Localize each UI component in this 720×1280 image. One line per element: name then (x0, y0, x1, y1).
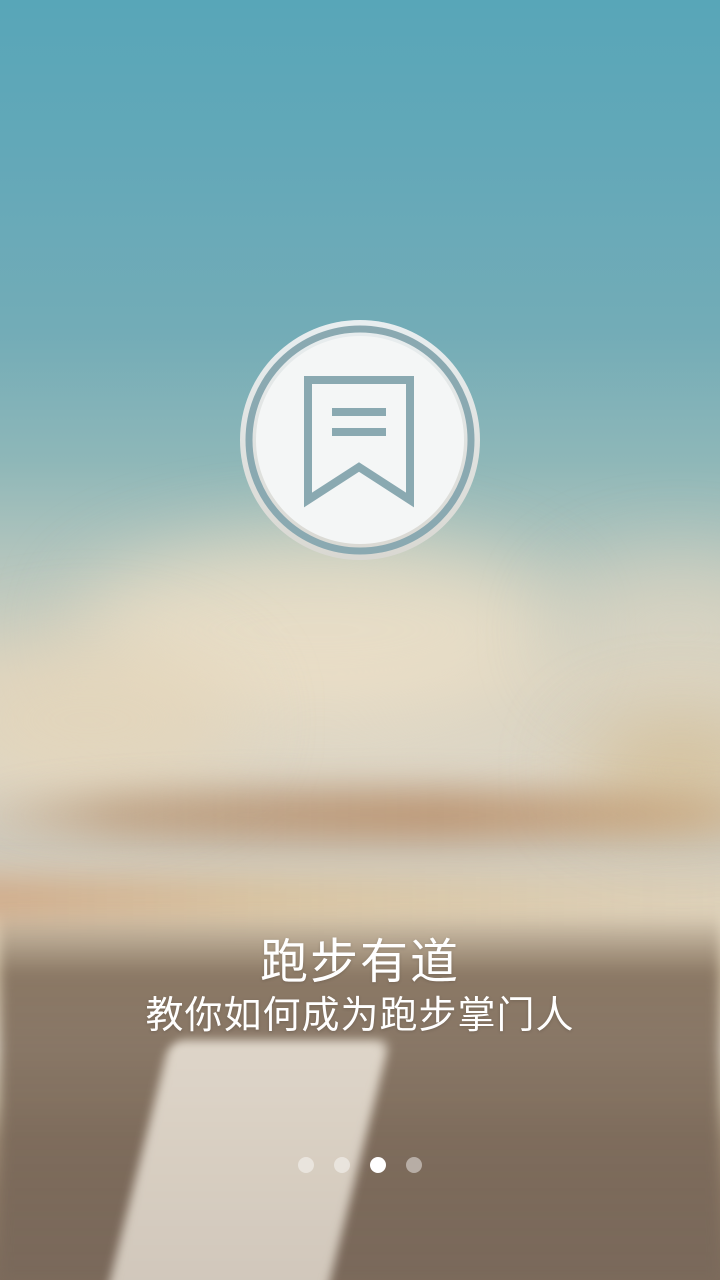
page-dot-active[interactable] (370, 1157, 386, 1173)
splash-screen[interactable]: 跑步有道 教你如何成为跑步掌门人 (0, 0, 720, 1280)
page-indicator (0, 1157, 720, 1173)
splash-title: 跑步有道 (259, 934, 460, 990)
app-logo (236, 316, 484, 564)
page-dot[interactable] (298, 1157, 314, 1173)
background-image (0, 0, 720, 1280)
splash-subtitle: 教你如何成为跑步掌门人 (145, 993, 575, 1037)
logo-badge (240, 320, 480, 560)
page-dot[interactable] (406, 1157, 422, 1173)
page-dot[interactable] (334, 1157, 350, 1173)
